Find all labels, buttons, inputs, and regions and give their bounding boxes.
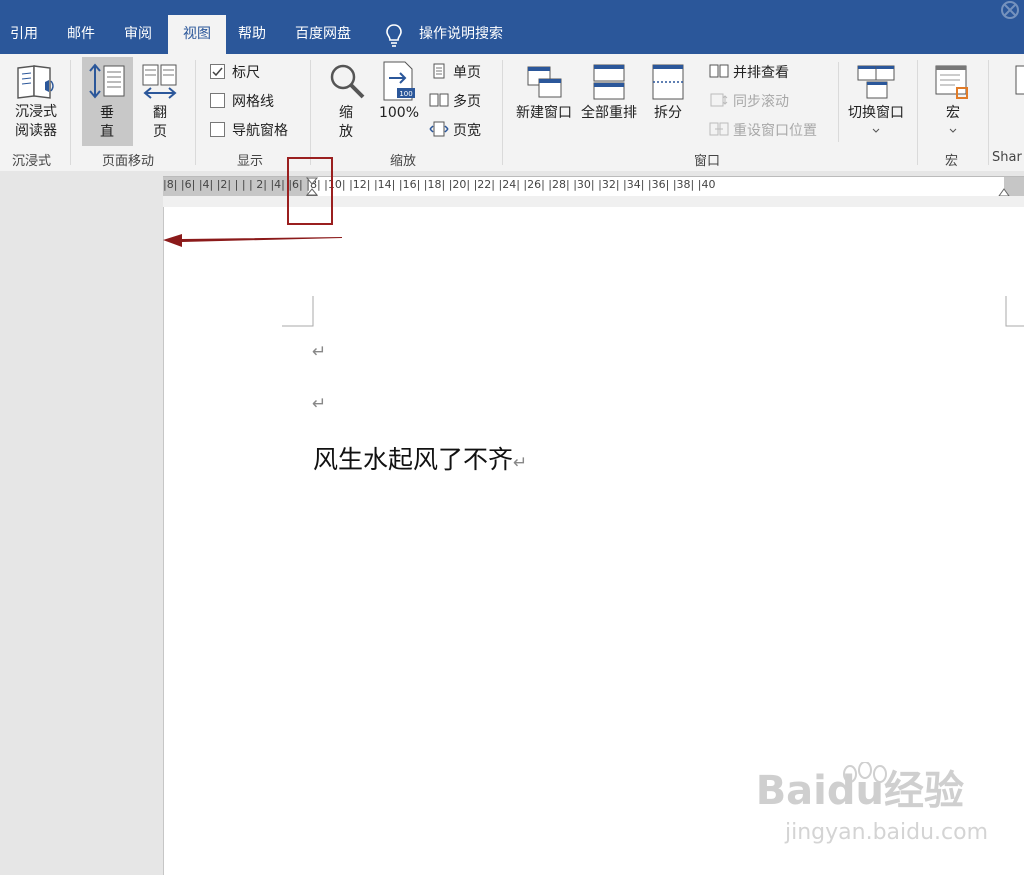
tab-view[interactable]: 视图 [168,15,226,54]
crop-mark-top-right [1005,296,1024,327]
decoration-icon [1001,1,1019,19]
group-label-immersive: 沉浸式 [12,154,52,169]
zoom-button[interactable]: 缩 放 [333,104,359,142]
macros-icon [935,65,968,99]
immersive-reader-icon [17,65,54,99]
side-to-side-icon [142,64,177,99]
side-by-side-icon [709,64,729,78]
multiple-pages-button[interactable]: 多页 [453,91,481,111]
nav-pane-checkbox[interactable] [210,122,225,137]
ruler-checkbox[interactable] [210,64,225,79]
tab-baidu-netdisk[interactable]: 百度网盘 [293,15,353,54]
zoom-100-icon: 100 [383,61,415,101]
switch-windows-icon [857,65,895,99]
zoom-100-button[interactable]: 100% [378,104,420,123]
arrange-all-icon [593,64,625,100]
crop-mark-top-left [282,296,314,327]
reset-position-icon [709,122,729,136]
page-width-icon [429,121,449,137]
tab-help[interactable]: 帮助 [236,15,268,54]
arrange-all-button[interactable]: 全部重排 [578,104,640,123]
macros-button[interactable]: 宏 [940,104,966,123]
ribbon: 沉浸式 阅读器 沉浸式 垂 直 翻 页 页面移动 标尺 网格线 导航窗格 显示 … [0,54,1024,172]
chevron-down-icon[interactable] [872,128,880,134]
tab-references[interactable]: 引用 [8,15,40,54]
sync-scroll-icon [710,93,728,107]
page-width-button[interactable]: 页宽 [453,120,481,140]
annotation-highlight-box [287,157,333,225]
split-icon [652,64,684,100]
ruler-area: |8| |6| |4| |2| | | | 2| |4| |6| |8| |10… [0,171,1024,207]
vertical-button[interactable]: 垂 直 [94,104,120,142]
paragraph-mark: ↵ [312,394,327,414]
separator [988,60,989,165]
nav-pane-label[interactable]: 导航窗格 [232,120,288,140]
chevron-down-icon[interactable] [949,128,957,134]
tab-mailings[interactable]: 邮件 [65,15,97,54]
separator [310,60,311,165]
group-label-show: 显示 [237,154,264,169]
flip-button[interactable]: 翻 页 [147,104,173,142]
tell-me-search[interactable]: 操作说明搜索 [417,15,505,54]
view-side-by-side-button[interactable]: 并排查看 [733,62,789,82]
sync-scroll-button[interactable]: 同步滚动 [733,91,789,111]
one-page-icon [433,63,445,79]
tab-review[interactable]: 审阅 [122,15,154,54]
new-window-icon [527,66,562,98]
group-label-share: Shar [992,150,1022,165]
magnifier-icon [330,64,365,99]
reset-window-position-button[interactable]: 重设窗口位置 [733,120,817,140]
one-page-button[interactable]: 单页 [453,62,481,82]
document-text: 风生水起风了不齐 [313,445,514,474]
multiple-pages-icon [429,93,449,107]
paragraph-mark: ↵ [312,342,327,362]
separator [502,60,503,165]
left-gutter [0,207,163,875]
paragraph-mark: ↵ [513,453,528,473]
new-window-button[interactable]: 新建窗口 [513,104,575,123]
group-label-page-move: 页面移动 [102,154,155,169]
gridlines-checkbox[interactable] [210,93,225,108]
separator [195,60,196,165]
ribbon-tab-bar: 引用 邮件 审阅 视图 帮助 百度网盘 操作说明搜索 [0,0,1024,54]
ruler-label[interactable]: 标尺 [232,62,260,82]
switch-windows-button[interactable]: 切换窗口 [844,104,908,123]
document-text-line[interactable]: 风生水起风了不齐↵ [313,440,527,476]
watermark-url: jingyan.baidu.com [785,820,989,845]
group-label-zoom: 缩放 [390,154,417,169]
separator [917,60,918,165]
separator [838,62,839,142]
gridlines-label[interactable]: 网格线 [232,91,274,111]
watermark-brand: Baidu经验 [755,768,964,814]
vertical-scroll-icon [89,63,125,99]
separator [70,60,71,165]
lightbulb-icon[interactable] [384,23,404,47]
checkmark-icon [212,67,223,77]
svg-text:100: 100 [399,90,412,98]
group-label-window: 窗口 [694,154,721,169]
share-icon [1015,65,1024,95]
group-label-macros: 宏 [945,154,959,169]
annotation-arrow-icon [163,234,342,247]
immersive-reader-button[interactable]: 沉浸式 阅读器 [10,103,62,141]
split-button[interactable]: 拆分 [649,104,687,123]
ruler-tick-labels: |8| |6| |4| |2| | | | 2| |4| |6| |8| |10… [163,178,716,191]
